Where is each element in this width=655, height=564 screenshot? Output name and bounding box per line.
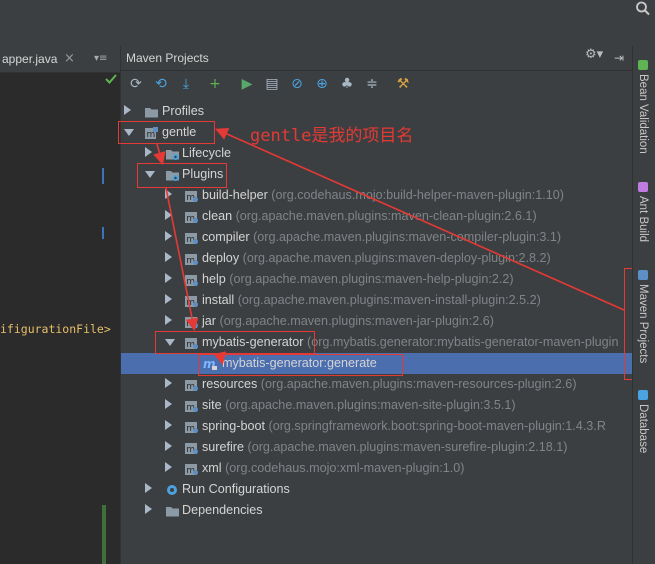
toggle-offline-icon[interactable]: ⊘	[287, 74, 307, 94]
maven-projects-icon	[638, 270, 648, 280]
tool-window-tab-label: Database	[637, 404, 649, 454]
annotation-arrow	[215, 128, 625, 311]
annotation-arrow	[213, 351, 227, 366]
show-dependencies-icon[interactable]: ♣	[337, 74, 357, 94]
tool-window-tab-label: Maven Projects	[637, 284, 649, 364]
settings-icon[interactable]: ⚒	[393, 74, 413, 94]
execute-goal-icon[interactable]: ▤	[262, 74, 282, 94]
tab-ant-build[interactable]: Ant Build	[632, 180, 655, 250]
download-icon[interactable]: ⤓	[176, 74, 196, 94]
tool-window-tab-label: Bean Validation	[637, 74, 649, 154]
generate-sources-icon[interactable]: ⟲	[151, 74, 171, 94]
add-icon[interactable]: +	[205, 74, 225, 94]
annotation-arrow	[165, 187, 199, 332]
bean-validation-icon	[638, 60, 648, 70]
ant-build-icon	[638, 182, 648, 192]
annotation-arrow	[153, 143, 166, 166]
refresh-icon[interactable]: ⟳	[126, 74, 146, 94]
tool-window-tab-label: Ant Build	[637, 196, 649, 243]
collapse-all-icon[interactable]: ≑	[362, 74, 382, 94]
skip-tests-icon[interactable]: ⊕	[312, 74, 332, 94]
tab-database[interactable]: Database	[632, 388, 655, 458]
tab-bean-validation[interactable]: Bean Validation	[632, 58, 655, 158]
tab-maven-projects[interactable]: Maven Projects	[632, 268, 655, 380]
run-icon[interactable]: ▶	[237, 74, 257, 94]
database-icon	[638, 390, 648, 400]
